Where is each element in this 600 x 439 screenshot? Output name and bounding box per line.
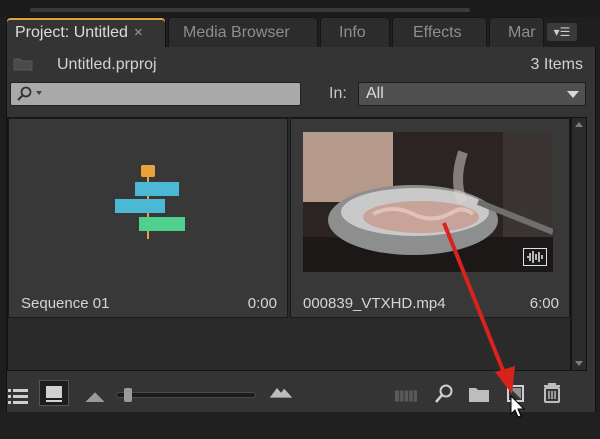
icon-view-icon (46, 386, 62, 402)
tab-project[interactable]: Project: Untitled × (6, 17, 166, 47)
project-panel: Untitled.prproj 3 Items In: All Sequence… (6, 47, 596, 412)
icon-view-button[interactable] (39, 380, 69, 406)
new-bin-icon[interactable] (467, 383, 491, 405)
tab-info-label: Info (339, 24, 366, 41)
list-view-icon[interactable] (7, 385, 31, 407)
tab-media-browser[interactable]: Media Browser (168, 17, 318, 47)
scroll-down-icon[interactable] (575, 361, 583, 366)
zoom-slider-knob[interactable] (123, 388, 132, 402)
bin-item-duration: 6:00 (529, 295, 559, 312)
project-header: Untitled.prproj 3 Items (7, 49, 595, 79)
folder-icon (13, 58, 33, 71)
trash-icon[interactable] (540, 382, 564, 404)
tab-info[interactable]: Info (320, 17, 390, 47)
tab-project-label: Project: Untitled (15, 24, 128, 41)
top-strip (0, 0, 600, 17)
tab-markers[interactable]: Mar (489, 17, 544, 47)
bin-item-video[interactable]: 000839_VTXHD.mp4 6:00 (290, 118, 570, 318)
new-item-icon[interactable] (504, 383, 528, 405)
tab-markers-label: Mar (508, 24, 536, 41)
bin-item-name: 000839_VTXHD.mp4 (303, 295, 446, 312)
video-thumbnail (303, 132, 553, 272)
item-count: 3 Items (530, 56, 583, 73)
bottom-strip (0, 412, 600, 439)
bin-item-name: Sequence 01 (21, 295, 110, 312)
search-icon (17, 86, 42, 101)
panel-menu-icon[interactable]: ▾☰ (547, 23, 577, 41)
zoom-out-icon[interactable] (83, 385, 107, 407)
vertical-scrollbar[interactable] (571, 117, 587, 371)
tab-effects[interactable]: Effects (392, 17, 487, 47)
filter-label: In: (329, 85, 347, 102)
search-input[interactable] (10, 82, 301, 106)
filter-select[interactable]: All (358, 82, 586, 106)
sequence-icon (115, 165, 185, 239)
scroll-up-icon[interactable] (575, 122, 583, 127)
project-toolbar (7, 377, 595, 412)
tab-effects-label: Effects (413, 24, 462, 41)
filter-value: All (366, 85, 384, 102)
bin-item-duration: 0:00 (247, 295, 277, 312)
find-icon[interactable] (432, 383, 456, 405)
bin-grid: Sequence 01 0:00 000839_VTXHD.mp4 6:00 (7, 117, 571, 371)
resize-grip[interactable] (30, 8, 470, 12)
zoom-in-icon[interactable] (269, 381, 293, 403)
project-name: Untitled.prproj (57, 56, 157, 73)
chevron-down-icon (567, 91, 579, 98)
audio-waveform-icon (523, 248, 547, 266)
zoom-slider[interactable] (116, 388, 256, 402)
bin-item-sequence[interactable]: Sequence 01 0:00 (8, 118, 288, 318)
close-icon[interactable]: × (134, 24, 143, 41)
automate-to-sequence-icon (394, 390, 418, 402)
panel-tabs: Project: Untitled × Media Browser Info Ef… (6, 17, 600, 47)
tab-media-browser-label: Media Browser (183, 24, 290, 41)
